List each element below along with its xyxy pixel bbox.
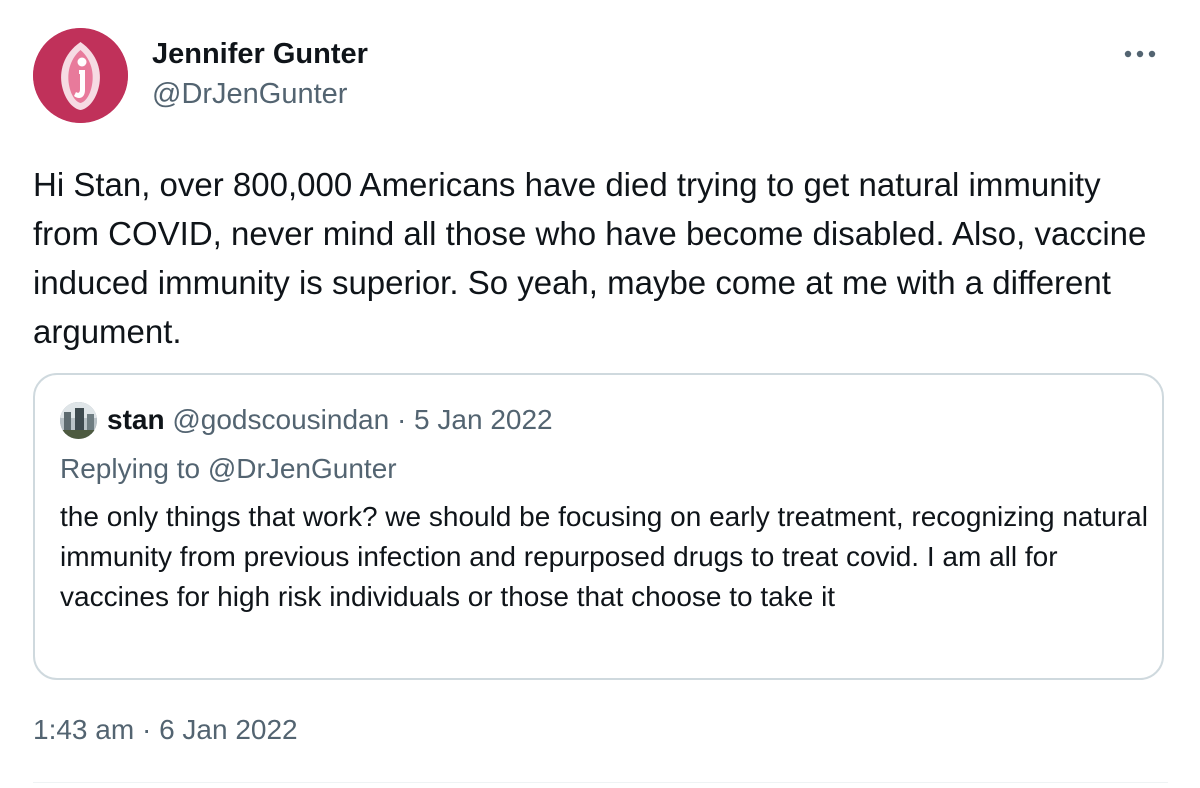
tweet-time[interactable]: 1:43 am [33,714,134,745]
tweet-text: Hi Stan, over 800,000 Americans have die… [33,166,1147,350]
quoted-text: the only things that work? we should be … [60,501,1148,612]
quoted-author-handle[interactable]: @godscousindan [172,404,389,435]
more-horizontal-icon [1124,50,1156,58]
avatar-logo-icon [33,28,128,123]
quoted-author-name[interactable]: stan [107,404,165,435]
quoted-tweet[interactable]: stan @godscousindan · 5 Jan 2022 Replyin… [33,373,1164,680]
divider [33,782,1168,783]
quoted-header: stan @godscousindan · 5 Jan 2022 [107,402,553,438]
author-handle[interactable]: @DrJenGunter [152,78,347,111]
author-avatar[interactable] [33,28,128,123]
replying-prefix: Replying to [60,453,201,484]
tweet-timestamp[interactable]: 1:43 am · 6 Jan 2022 [33,714,298,746]
quoted-author-avatar[interactable] [60,402,97,439]
tweet-date[interactable]: 6 Jan 2022 [159,714,298,745]
timestamp-separator: · [141,714,152,745]
tweet: Jennifer Gunter @DrJenGunter Hi Stan, ov… [0,0,1200,788]
author-name[interactable]: Jennifer Gunter [152,38,368,71]
quoted-replying-to: Replying to @DrJenGunter [60,451,397,487]
quoted-date[interactable]: 5 Jan 2022 [414,404,553,435]
replying-mention[interactable]: @DrJenGunter [208,453,397,484]
avatar-photo-icon [60,402,97,439]
quoted-separator: · [396,404,407,435]
more-options-button[interactable] [1118,36,1162,72]
